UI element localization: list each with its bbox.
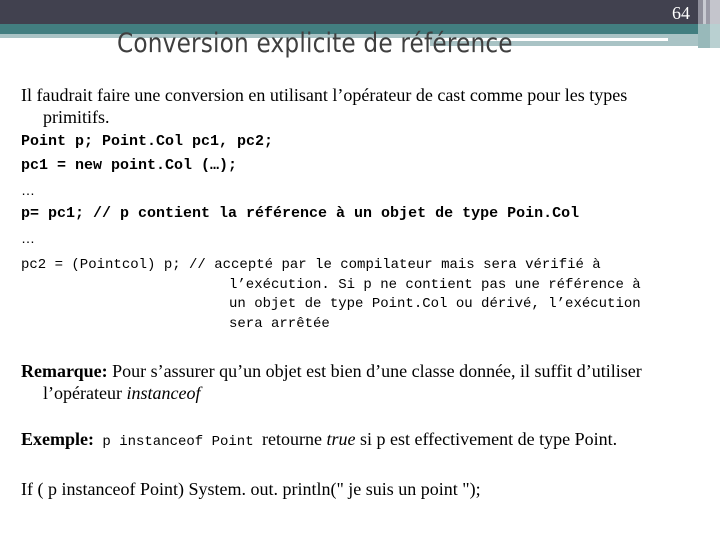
code-line: p= pc1; // p contient la référence à un … bbox=[21, 205, 580, 222]
cast-comment-continuation: un objet de type Point.Col ou dérivé, l’… bbox=[229, 296, 641, 312]
remarque-line2-text: l’opérateur bbox=[43, 383, 127, 403]
exemple-code: p instanceof Point bbox=[93, 434, 263, 450]
page-number: 64 bbox=[672, 3, 690, 23]
remarque-keyword: instanceof bbox=[126, 383, 201, 403]
header-side-stripe bbox=[710, 24, 720, 48]
code-ellipsis: … bbox=[21, 182, 35, 198]
header-band-dark bbox=[0, 0, 698, 24]
cast-comment-continuation: sera arrêtée bbox=[229, 315, 330, 332]
remarque-paragraph: Remarque: Pour s’assurer qu’un objet est… bbox=[21, 360, 711, 404]
if-statement-line: If ( p instanceof Point) System. out. pr… bbox=[21, 479, 481, 499]
cast-comment-continuation: l’exécution. Si p ne contient pas une ré… bbox=[229, 276, 641, 293]
intro-paragraph: Il faudrait faire une conversion en util… bbox=[21, 84, 711, 128]
exemple-text-1: retourne bbox=[262, 429, 327, 449]
exemple-italic: true bbox=[326, 429, 356, 449]
remarque-text: Pour s’assurer qu’un objet est bien d’un… bbox=[107, 361, 642, 381]
code-line: pc1 = new point.Col (…); bbox=[21, 157, 238, 174]
slide-title: Conversion explicite de référence bbox=[117, 28, 513, 59]
cast-code-block: pc2 = (Pointcol) p; // accepté par le co… bbox=[21, 256, 711, 334]
intro-line-2: primitifs. bbox=[43, 107, 110, 127]
exemple-text-2: si p est effectivement de type Point. bbox=[355, 429, 618, 449]
exemple-label: Exemple: bbox=[21, 429, 94, 449]
remarque-label: Remarque: bbox=[21, 361, 108, 381]
slide-body: Il faudrait faire une conversion en util… bbox=[21, 84, 711, 250]
exemple-paragraph: Exemple: p instanceof Point retourne tru… bbox=[21, 428, 711, 453]
code-ellipsis: … bbox=[21, 230, 35, 246]
code-line: Point p; Point.Col pc1, pc2; bbox=[21, 133, 274, 150]
cast-code-line: pc2 = (Pointcol) p; // accepté par le co… bbox=[21, 257, 601, 273]
intro-line-1: Il faudrait faire une conversion en util… bbox=[21, 85, 628, 105]
header-side-stripe bbox=[698, 24, 710, 48]
